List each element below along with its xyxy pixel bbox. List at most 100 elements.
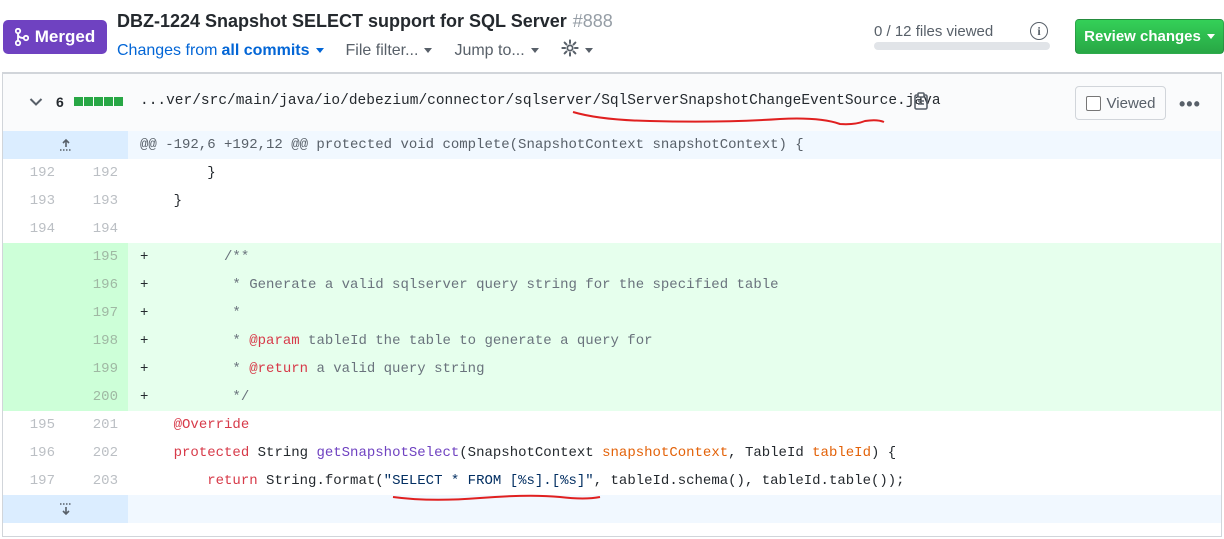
code-text: tableId the table to generate a query fo… <box>299 333 653 349</box>
diff-change-count: 6 <box>56 94 64 110</box>
review-changes-label: Review changes <box>1084 28 1201 45</box>
code-line: + * @return a valid query string <box>128 355 1221 383</box>
code-line: } <box>140 165 216 181</box>
diff-sign: + <box>140 277 191 293</box>
new-line-number[interactable]: 203 <box>65 467 128 495</box>
old-line-number[interactable] <box>3 271 65 299</box>
status-badge-label: Merged <box>34 27 96 46</box>
old-line-number[interactable]: 195 <box>3 411 65 439</box>
diff-line: 196 202 protected String getSnapshotSele… <box>3 439 1221 467</box>
new-line-number[interactable]: 197 <box>65 299 128 327</box>
gear-icon <box>561 39 579 62</box>
files-viewed-progress <box>874 42 1050 50</box>
hunk-header-row: @@ -192,6 +192,12 @@ protected void comp… <box>3 131 1221 159</box>
code-text: * <box>190 333 250 349</box>
diff-line-added: 196 + * Generate a valid sqlserver query… <box>3 271 1221 299</box>
old-line-number[interactable]: 192 <box>3 159 65 187</box>
method-name: getSnapshotSelect <box>316 445 460 461</box>
diffstat-bar <box>74 97 124 106</box>
review-changes-button[interactable]: Review changes <box>1075 19 1224 54</box>
old-line-number[interactable] <box>3 383 65 411</box>
diff-line: 195 201 @Override <box>3 411 1221 439</box>
checkbox-icon <box>1085 95 1101 111</box>
code-line: } <box>140 193 183 209</box>
new-line-number[interactable]: 200 <box>65 383 128 411</box>
string-literal: "SELECT * FROM [%s].[%s]" <box>383 473 594 489</box>
viewed-label: Viewed <box>1106 94 1156 112</box>
code-text: * <box>190 361 250 377</box>
diff-line: 194 194 <box>3 215 1221 243</box>
code-text: , tableId.schema(), tableId.table()); <box>593 473 905 489</box>
keyword: return <box>207 473 258 489</box>
new-line-number[interactable]: 199 <box>65 355 128 383</box>
javadoc-tag: @return <box>249 361 309 377</box>
diff-toolbar: Changes from all commits File filter... … <box>117 39 615 62</box>
file-filter-label: File filter... <box>345 41 419 59</box>
hunk-header: @@ -192,6 +192,12 @@ protected void comp… <box>140 137 804 153</box>
code-line: @Override <box>128 411 1221 439</box>
diff-line-added: 198 + * @param tableId the table to gene… <box>3 327 1221 355</box>
diff-line-added: 195 + /** <box>3 243 1221 271</box>
chevron-down-icon <box>1206 34 1215 39</box>
code-text: * <box>190 305 241 321</box>
diff-line-added: 197 + * <box>3 299 1221 327</box>
pr-title-text: DBZ-1224 Snapshot SELECT support for SQL… <box>117 11 567 31</box>
diff-sign: + <box>140 249 191 265</box>
code-text: * Generate a valid sqlserver query strin… <box>190 277 779 293</box>
old-line-number[interactable]: 193 <box>3 187 65 215</box>
diff-sign: + <box>140 389 191 405</box>
new-line-number[interactable]: 194 <box>65 215 128 243</box>
new-line-number[interactable]: 195 <box>65 243 128 271</box>
settings-dropdown[interactable] <box>561 39 593 62</box>
old-line-number[interactable] <box>3 327 65 355</box>
expand-row <box>3 495 1221 523</box>
diff-sign: + <box>140 305 191 321</box>
old-line-number[interactable] <box>3 299 65 327</box>
jump-to-dropdown[interactable]: Jump to... <box>454 41 539 60</box>
file-name: SqlServerSnapshotChangeEventSource.java <box>601 93 941 109</box>
diff-line: 193 193 } <box>3 187 1221 215</box>
code-line: + * <box>128 299 1221 327</box>
chevron-down-icon <box>315 48 324 53</box>
new-line-number[interactable]: 202 <box>65 439 128 467</box>
old-line-number[interactable] <box>3 243 65 271</box>
file-diff: 6 ...ver/src/main/java/io/debezium/conne… <box>2 72 1222 537</box>
old-line-number[interactable]: 194 <box>3 215 65 243</box>
old-line-number[interactable]: 197 <box>3 467 65 495</box>
code-text: */ <box>190 389 250 405</box>
changes-from-dropdown[interactable]: Changes from all commits <box>117 42 324 60</box>
changes-from-value: all commits <box>221 41 310 59</box>
code-text: (SnapshotContext <box>459 445 603 461</box>
status-badge: Merged <box>3 20 107 54</box>
code-text: , TableId <box>728 445 813 461</box>
file-header: 6 ...ver/src/main/java/io/debezium/conne… <box>3 74 1221 132</box>
chevron-down-icon[interactable] <box>29 94 43 112</box>
viewed-checkbox[interactable]: Viewed <box>1075 86 1166 120</box>
diff-line: 192 192 } <box>3 159 1221 187</box>
chevron-down-icon <box>584 48 593 53</box>
file-path-prefix: ...ver/src/main/java/io/debezium/connect… <box>140 93 602 109</box>
new-line-number[interactable]: 198 <box>65 327 128 355</box>
new-line-number[interactable]: 196 <box>65 271 128 299</box>
chevron-down-icon <box>530 48 539 53</box>
file-filter-dropdown[interactable]: File filter... <box>346 42 433 60</box>
expand-up-icon[interactable] <box>3 131 128 159</box>
old-line-number[interactable] <box>3 355 65 383</box>
code-text: String <box>249 445 317 461</box>
new-line-number[interactable]: 201 <box>65 411 128 439</box>
expand-down-icon[interactable] <box>3 495 128 523</box>
info-icon[interactable]: i <box>1030 22 1048 40</box>
keyword: protected <box>173 445 250 461</box>
jump-to-label: Jump to... <box>454 41 525 59</box>
old-line-number[interactable]: 196 <box>3 439 65 467</box>
kebab-horizontal-icon[interactable]: ••• <box>1179 94 1201 115</box>
copy-path-icon[interactable] <box>913 92 929 115</box>
chevron-down-icon <box>424 48 433 53</box>
param-name: snapshotContext <box>602 445 729 461</box>
new-line-number[interactable]: 193 <box>65 187 128 215</box>
code-line: + /** <box>128 243 1221 271</box>
javadoc-tag: @param <box>249 333 300 349</box>
file-path[interactable]: ...ver/src/main/java/io/debezium/connect… <box>140 93 941 109</box>
new-line-number[interactable]: 192 <box>65 159 128 187</box>
